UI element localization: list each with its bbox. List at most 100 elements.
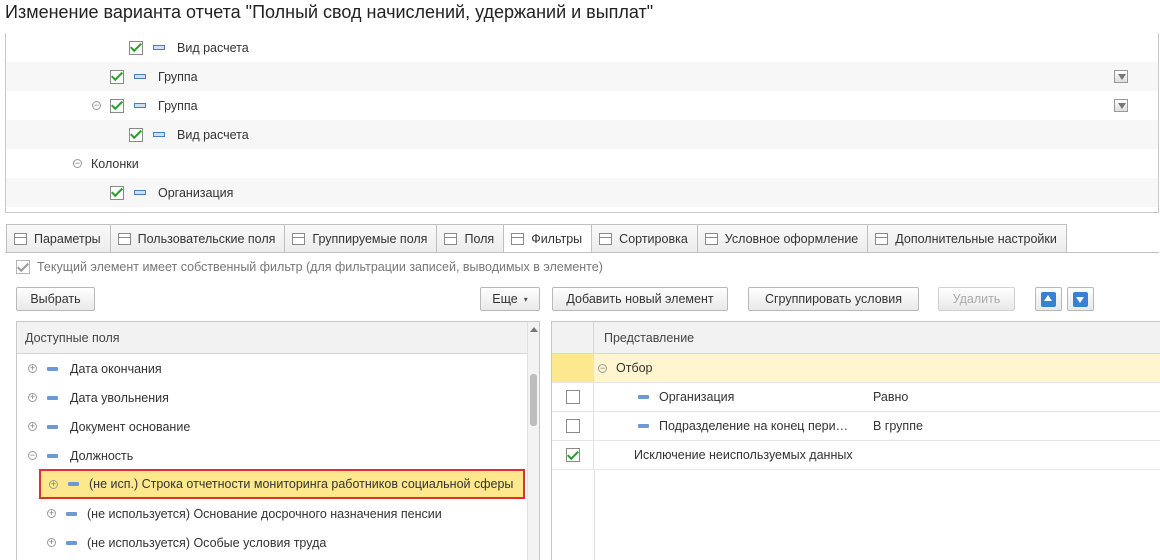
group-conditions-button[interactable]: Сгруппировать условия — [748, 287, 919, 311]
tab-label: Параметры — [34, 231, 101, 246]
select-button[interactable]: Выбрать — [16, 287, 95, 311]
row-checkbox[interactable] — [110, 98, 124, 113]
add-element-button[interactable]: Добавить новый элемент — [552, 287, 728, 311]
filter-icon — [1114, 99, 1128, 112]
tab-grouping-fields[interactable]: Группируемые поля — [284, 224, 438, 252]
tree-row[interactable]: − Колонки — [6, 149, 1158, 178]
list-item-label: (не исп.) Строка отчетности мониторинга … — [89, 477, 514, 491]
settings-tabs: Параметры Пользовательские поля Группиру… — [6, 224, 1067, 253]
filter-label-cell: Подразделение на конец пери… — [638, 412, 848, 440]
filter-label: Отбор — [616, 361, 653, 375]
list-item[interactable]: + Дата увольнения — [28, 383, 169, 412]
field-icon — [68, 482, 79, 486]
tree-row-label: Организация — [158, 185, 234, 200]
field-icon — [134, 190, 146, 195]
own-filter-checkbox[interactable] — [16, 260, 30, 274]
list-item-label: Документ основание — [70, 419, 191, 434]
scroll-up-icon[interactable] — [530, 327, 538, 332]
row-check-cell — [552, 354, 594, 382]
field-icon — [47, 453, 58, 458]
tree-row[interactable]: Организация — [6, 178, 1158, 207]
row-checkbox[interactable] — [565, 390, 580, 404]
tab-filters[interactable]: Фильтры — [503, 224, 593, 253]
filter-row[interactable]: Подразделение на конец пери… В группе — [552, 412, 1160, 441]
list-item[interactable]: − Должность — [28, 441, 133, 470]
more-button[interactable]: Еще ▾ — [480, 287, 540, 311]
row-checkbox[interactable] — [565, 419, 580, 433]
tab-user-fields[interactable]: Пользовательские поля — [109, 224, 286, 252]
row-checkbox[interactable] — [110, 69, 124, 84]
filter-label: Исключение неиспользуемых данных — [634, 448, 853, 462]
row-checkbox[interactable] — [129, 40, 143, 55]
filter-condition[interactable]: В группе — [873, 412, 923, 440]
filter-condition[interactable]: Равно — [873, 383, 908, 411]
list-item[interactable]: + Документ основание — [28, 412, 190, 441]
tree-row[interactable]: Вид расчета — [6, 33, 1158, 62]
field-icon — [47, 366, 58, 371]
expand-icon[interactable]: + — [47, 538, 56, 547]
expand-icon[interactable]: + — [28, 422, 37, 431]
tab-conditional-format[interactable]: Условное оформление — [696, 224, 869, 252]
field-icon — [153, 132, 165, 137]
collapse-icon[interactable]: − — [598, 363, 607, 373]
expand-icon[interactable]: + — [28, 364, 37, 373]
filter-list-header: Представление — [552, 322, 1160, 354]
filter-label: Подразделение на конец пери… — [659, 419, 849, 433]
expand-icon[interactable]: + — [47, 509, 56, 518]
tab-parameters[interactable]: Параметры — [6, 224, 111, 252]
row-check-cell — [552, 412, 594, 440]
scroll-thumb[interactable] — [530, 374, 537, 426]
list-item-label: (не используется) Особые условия труда — [87, 535, 327, 550]
collapse-icon[interactable]: − — [28, 451, 37, 460]
filter-label-cell: Организация — [638, 383, 734, 411]
brush-icon — [704, 232, 718, 245]
available-fields-panel: Доступные поля + Дата окончания + Дата у… — [16, 321, 540, 560]
tree-row[interactable]: − Группа — [6, 91, 1158, 120]
move-up-button[interactable] — [1035, 287, 1062, 311]
row-checkbox[interactable] — [129, 127, 143, 142]
own-filter-option[interactable]: Текущий элемент имеет собственный фильтр… — [16, 260, 603, 274]
list-item-selected[interactable]: + (не исп.) Строка отчетности мониторинг… — [39, 469, 525, 499]
expand-icon[interactable]: + — [49, 479, 58, 489]
collapse-icon[interactable]: − — [73, 159, 82, 168]
move-down-button[interactable] — [1067, 287, 1094, 311]
tree-row-label: Группа — [158, 98, 198, 113]
tab-sorting[interactable]: Сортировка — [591, 224, 698, 252]
presentation-column-header: Представление — [604, 330, 695, 345]
filter-row[interactable]: Исключение неиспользуемых данных — [552, 441, 1160, 470]
tree-row[interactable]: Группа — [6, 62, 1158, 91]
row-check-cell — [552, 383, 594, 411]
delete-button[interactable]: Удалить — [938, 287, 1015, 311]
tree-row-label: Вид расчета — [177, 40, 249, 55]
filter-icon — [511, 233, 525, 245]
list-item-label: (не используется) Основание досрочного н… — [87, 506, 442, 521]
tab-divider — [5, 252, 1159, 253]
expand-icon[interactable]: + — [28, 393, 37, 402]
arrow-down-icon — [1073, 291, 1088, 307]
field-icon — [153, 45, 165, 50]
tab-additional-settings[interactable]: Дополнительные настройки — [867, 224, 1067, 252]
list-item[interactable]: + (не используется) Особые условия труда — [47, 528, 326, 557]
column-divider — [594, 470, 595, 560]
tree-row-label: Вид расчета — [177, 127, 249, 142]
available-fields-header: Доступные поля — [17, 322, 539, 354]
sort-icon — [599, 232, 613, 245]
row-checkbox[interactable] — [110, 185, 124, 200]
tree-row[interactable]: Вид расчета — [6, 120, 1158, 149]
list-item[interactable]: + (не используется) Основание досрочного… — [47, 499, 442, 528]
table-icon — [14, 232, 27, 245]
filter-row-group[interactable]: − Отбор — [552, 354, 1160, 383]
collapse-icon[interactable]: − — [92, 101, 101, 110]
filter-row[interactable]: Организация Равно — [552, 383, 1160, 412]
scrollbar[interactable] — [527, 322, 539, 560]
field-icon — [134, 74, 146, 79]
tab-fields[interactable]: Поля — [436, 224, 505, 252]
arrow-up-icon — [1041, 291, 1056, 307]
list-item[interactable]: + Дата окончания — [28, 354, 162, 383]
field-icon — [66, 511, 77, 516]
tree-row-label: Группа — [158, 69, 198, 84]
row-check-cell — [552, 441, 594, 469]
filter-icon — [1114, 70, 1128, 83]
tab-label: Пользовательские поля — [137, 231, 276, 246]
row-checkbox[interactable] — [565, 448, 580, 462]
